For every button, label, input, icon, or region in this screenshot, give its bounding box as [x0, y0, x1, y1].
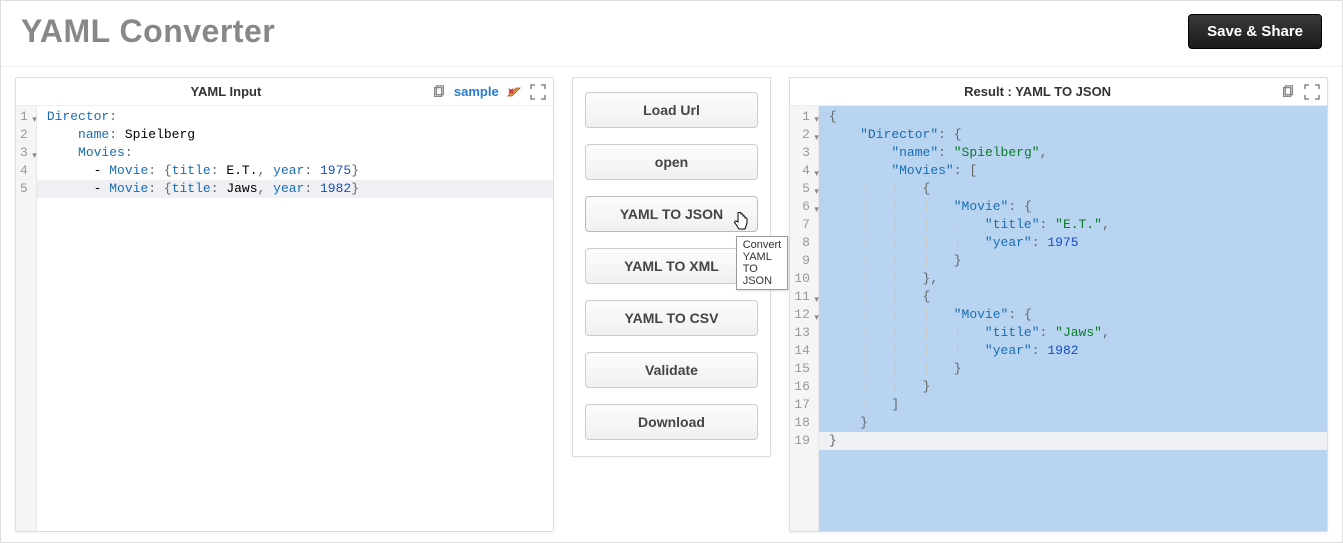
validate-button[interactable]: Validate — [585, 352, 759, 388]
yaml-input-header: YAML Input sample — [16, 78, 553, 106]
workspace: YAML Input sample 12345 Director: — [1, 67, 1342, 542]
open-button[interactable]: open — [585, 144, 759, 180]
copy-result-icon[interactable] — [1279, 83, 1297, 101]
input-code[interactable]: Director: name: Spielberg Movies: - Movi… — [37, 106, 553, 531]
yaml-to-xml-button[interactable]: YAML TO XML — [585, 248, 759, 284]
fullscreen-icon[interactable] — [529, 83, 547, 101]
header: YAML Converter Save & Share — [1, 1, 1342, 67]
output-code[interactable]: { "Director": { "name": "Spielberg", "Mo… — [819, 106, 1327, 531]
result-header: Result : YAML TO JSON — [790, 78, 1327, 106]
fullscreen-result-icon[interactable] — [1303, 83, 1321, 101]
save-share-button[interactable]: Save & Share — [1188, 14, 1322, 49]
page-title: YAML Converter — [21, 13, 275, 50]
download-button[interactable]: Download — [585, 404, 759, 440]
clear-icon[interactable] — [505, 83, 523, 101]
result-panel: Result : YAML TO JSON 123456789101112131… — [789, 77, 1328, 532]
yaml-input-title: YAML Input — [22, 84, 430, 99]
action-panel: Load Url open YAML TO JSON YAML TO XML Y… — [572, 77, 772, 457]
copy-icon[interactable] — [430, 83, 448, 101]
load-url-button[interactable]: Load Url — [585, 92, 759, 128]
yaml-to-json-button[interactable]: YAML TO JSON — [585, 196, 759, 232]
tooltip: Convert YAML TO JSON — [736, 236, 789, 290]
yaml-input-panel: YAML Input sample 12345 Director: — [15, 77, 554, 532]
output-gutter: 12345678910111213141516171819 — [790, 106, 819, 531]
yaml-to-csv-button[interactable]: YAML TO CSV — [585, 300, 759, 336]
result-editor[interactable]: 12345678910111213141516171819 { "Directo… — [790, 106, 1327, 531]
yaml-input-editor[interactable]: 12345 Director: name: Spielberg Movies: … — [16, 106, 553, 531]
sample-link[interactable]: sample — [454, 84, 499, 99]
result-title: Result : YAML TO JSON — [796, 84, 1279, 99]
input-gutter: 12345 — [16, 106, 37, 531]
